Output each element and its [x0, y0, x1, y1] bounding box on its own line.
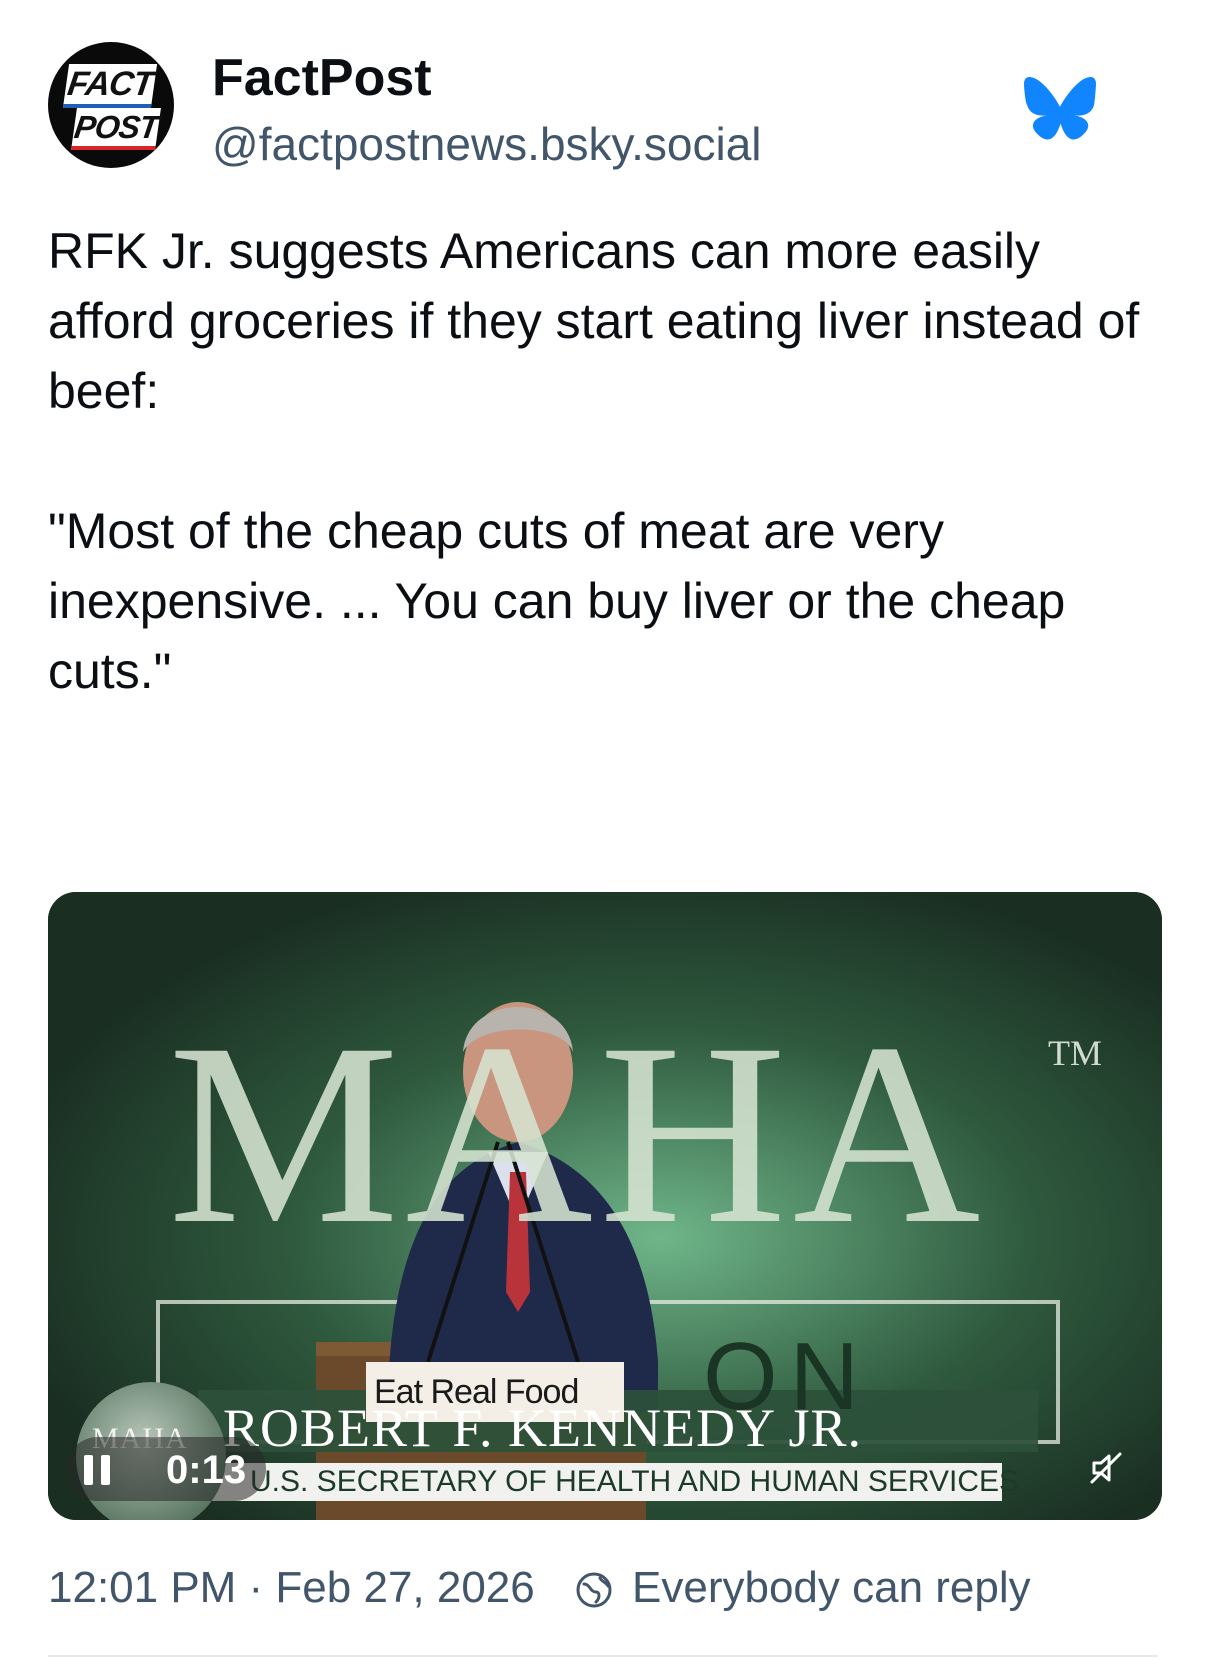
backdrop-trademark: TM — [1048, 1033, 1102, 1073]
author-display-name[interactable]: FactPost — [212, 48, 432, 108]
post-body-text: RFK Jr. suggests Americans can more easi… — [48, 223, 1140, 699]
video-player[interactable]: MAHA TM ON Eat Real Food ROBERT F. KENNE… — [48, 892, 1162, 1520]
bluesky-butterfly-icon[interactable] — [1024, 76, 1096, 142]
avatar-logo-top: FACT — [62, 64, 158, 108]
reply-setting[interactable]: Everybody can reply — [632, 1560, 1031, 1616]
video-timecode: 0:13 — [166, 1448, 247, 1492]
post-timestamp[interactable]: 12:01 PM · Feb 27, 2026 — [48, 1560, 535, 1616]
backdrop-maha-text: MAHA — [168, 990, 987, 1278]
globe-icon — [576, 1572, 612, 1608]
mute-icon[interactable] — [1086, 1448, 1126, 1488]
post-meta: 12:01 PM · Feb 27, 2026 Everybody can re… — [48, 1560, 1168, 1620]
post-header: FACT POST FactPost @factpostnews.bsky.so… — [48, 42, 1158, 172]
pause-icon[interactable] — [84, 1455, 110, 1485]
divider — [48, 1655, 1158, 1657]
avatar-logo-bottom: POST — [71, 108, 161, 150]
author-handle[interactable]: @factpostnews.bsky.social — [212, 116, 762, 172]
chyron-title: U.S. SECRETARY OF HEALTH AND HUMAN SERVI… — [250, 1465, 1020, 1498]
chyron-name: ROBERT F. KENNEDY JR. — [223, 1398, 862, 1458]
author-avatar[interactable]: FACT POST — [48, 42, 174, 168]
